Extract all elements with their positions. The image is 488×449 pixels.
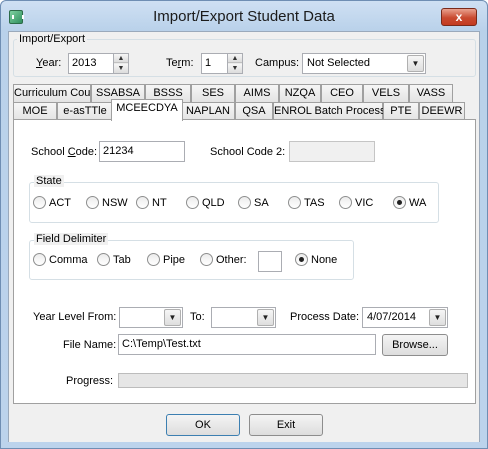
chevron-down-icon[interactable]: ▼ [429,309,446,326]
year-level-to-select[interactable]: ▼ [211,307,276,328]
tab-vels[interactable]: VELS [363,84,409,102]
tab-ceo[interactable]: CEO [321,84,363,102]
radio-icon [86,196,99,209]
state-group-title: State [34,175,64,187]
school-code-field[interactable]: 21234 [99,141,185,162]
radio-icon [295,253,308,266]
tab-e-asttle[interactable]: e-asTTle [57,102,113,120]
tab-ses[interactable]: SES [191,84,235,102]
term-label: Term: [166,57,194,69]
tab-naplan[interactable]: NAPLAN [181,102,235,120]
campus-label: Campus: [255,57,300,69]
tab-qsa[interactable]: QSA [235,102,273,120]
radio-delimiter-other[interactable]: Other: [200,253,247,266]
radio-state-wa[interactable]: WA [393,196,426,209]
tab-moe[interactable]: MOE [13,102,57,120]
radio-state-vic[interactable]: VIC [339,196,373,209]
radio-icon [393,196,406,209]
close-button[interactable]: x [441,8,477,26]
tab-pte[interactable]: PTE [383,102,419,120]
mceecdya-tab-panel: School Code: 21234 School Code 2: State … [13,119,476,404]
radio-icon [147,253,160,266]
school-code-2-label: School Code 2: [210,146,286,158]
process-date-label: Process Date: [290,311,360,323]
dialog-footer: OK Exit [9,404,479,442]
chevron-down-icon[interactable]: ▼ [164,309,181,326]
to-label: To: [190,311,205,323]
dialog-window: Import/Export Student Data x Import/Expo… [0,0,488,449]
year-level-from-label: Year Level From: [33,311,117,323]
ok-button[interactable]: OK [166,414,240,436]
radio-icon [339,196,352,209]
window-title: Import/Export Student Data [153,8,335,25]
radio-icon [238,196,251,209]
campus-select[interactable]: Not Selected ▼ [302,53,426,74]
radio-state-qld[interactable]: QLD [186,196,225,209]
year-stepper[interactable]: ▲ ▼ [113,53,129,74]
radio-icon [200,253,213,266]
tab-vass[interactable]: VASS [409,84,453,102]
radio-icon [288,196,301,209]
field-delimiter-group-title: Field Delimiter [34,233,109,245]
school-code-label: School Code: [31,146,98,158]
year-down-icon[interactable]: ▼ [114,64,128,73]
tab-curriculum-council[interactable]: Curriculum Council [13,84,107,102]
year-up-icon[interactable]: ▲ [114,54,128,63]
term-up-icon[interactable]: ▲ [228,54,242,63]
radio-delimiter-tab[interactable]: Tab [97,253,131,266]
import-export-group-title: Import/Export [17,33,88,45]
radio-delimiter-pipe[interactable]: Pipe [147,253,185,266]
campus-value: Not Selected [307,57,370,69]
process-date-picker[interactable]: 4/07/2014 ▼ [362,307,448,328]
year-level-from-select[interactable]: ▼ [119,307,183,328]
radio-icon [33,253,46,266]
radio-state-tas[interactable]: TAS [288,196,325,209]
radio-delimiter-comma[interactable]: Comma [33,253,88,266]
chevron-down-icon[interactable]: ▼ [257,309,274,326]
radio-icon [186,196,199,209]
term-stepper[interactable]: ▲ ▼ [227,53,243,74]
radio-state-nsw[interactable]: NSW [86,196,128,209]
radio-icon [97,253,110,266]
school-code-2-field[interactable] [289,141,375,162]
exit-button[interactable]: Exit [249,414,323,436]
title-bar[interactable]: Import/Export Student Data x [1,1,487,31]
dialog-client-area: Import/Export Year: 2013 ▲ ▼ Term: 1 ▲ ▼… [8,31,480,442]
tab-deewr[interactable]: DEEWR [419,102,465,120]
file-name-label: File Name: [63,339,117,351]
chevron-down-icon[interactable]: ▼ [407,55,424,72]
tab-mceecdya[interactable]: MCEECDYA [111,99,183,121]
progress-label: Progress: [66,375,114,387]
radio-delimiter-none[interactable]: None [295,253,337,266]
radio-state-act[interactable]: ACT [33,196,71,209]
file-name-field[interactable]: C:\Temp\Test.txt [118,334,376,355]
tab-enrol-batch-process[interactable]: ENROL Batch Process [273,102,385,120]
radio-icon [136,196,149,209]
radio-state-nt[interactable]: NT [136,196,167,209]
progress-bar [118,373,468,388]
other-delimiter-field[interactable] [258,251,282,272]
year-label: Year: [36,57,62,69]
tab-aims[interactable]: AIMS [235,84,279,102]
close-icon: x [455,10,463,24]
term-down-icon[interactable]: ▼ [228,64,242,73]
radio-icon [33,196,46,209]
browse-button[interactable]: Browse... [382,334,448,356]
tab-nzqa[interactable]: NZQA [279,84,321,102]
radio-state-sa[interactable]: SA [238,196,269,209]
